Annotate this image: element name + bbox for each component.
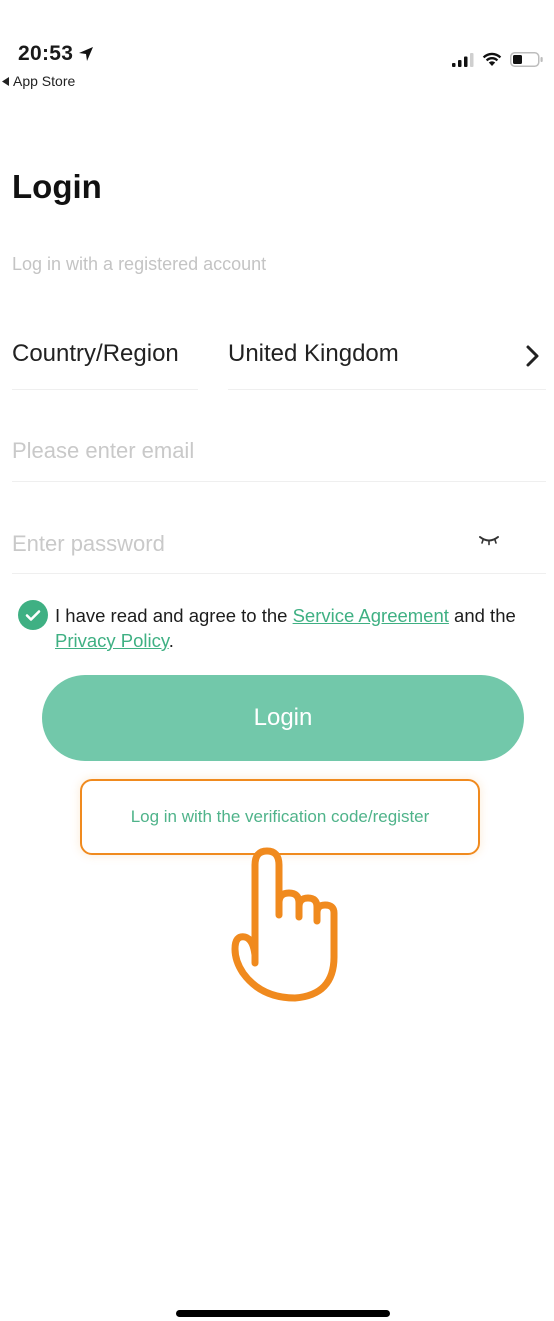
country-region-selector[interactable]: United Kingdom [228,340,399,368]
verification-highlight-box: Log in with the verification code/regist… [80,779,480,855]
agreement-text-before: I have read and agree to the [55,605,293,626]
back-triangle-icon [2,76,9,86]
password-field[interactable] [12,530,462,558]
agreement-text: I have read and agree to the Service Agr… [55,603,550,653]
country-label-divider [12,389,198,390]
signal-icon [452,52,474,67]
battery-icon [510,52,543,67]
checkmark-icon [25,609,41,621]
privacy-policy-link[interactable]: Privacy Policy [55,630,169,651]
status-time: 20:53 [18,42,94,66]
verification-code-register-link[interactable]: Log in with the verification code/regist… [131,807,430,827]
back-app-label: App Store [13,73,76,89]
chevron-right-icon[interactable] [520,342,544,370]
status-icons [452,52,544,67]
agreement-text-middle: and the [448,605,516,626]
email-divider [12,481,546,482]
country-value-divider [228,389,546,390]
location-arrow-icon [79,47,94,61]
home-indicator [176,1310,390,1317]
page-subtitle: Log in with a registered account [12,254,267,274]
wifi-icon [482,52,502,66]
login-button[interactable]: Login [42,675,524,761]
time-text: 20:53 [18,42,74,65]
page-title: Login [12,168,102,205]
password-divider [12,573,546,574]
agreement-text-after: . [168,630,174,651]
email-field[interactable] [12,437,532,465]
service-agreement-link[interactable]: Service Agreement [293,605,449,626]
country-region-label: Country/Region [12,340,179,367]
agreement-checkbox[interactable] [18,600,48,630]
eye-closed-icon[interactable] [478,532,500,548]
back-to-app-store[interactable]: App Store [2,73,75,89]
pointing-hand-icon [231,847,338,1002]
